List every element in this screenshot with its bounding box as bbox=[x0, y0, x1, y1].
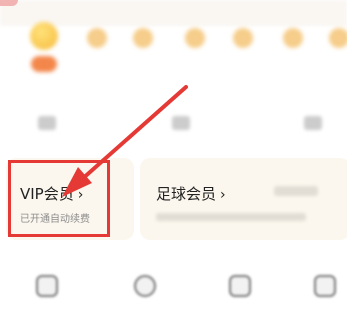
bottom-icon-row bbox=[0, 265, 347, 328]
document-icon bbox=[314, 275, 336, 297]
grid-item[interactable] bbox=[220, 275, 260, 303]
grid-item[interactable] bbox=[27, 275, 67, 303]
wallet-icon bbox=[36, 275, 58, 297]
grid-item[interactable] bbox=[125, 275, 165, 303]
star-icon bbox=[134, 275, 156, 297]
history-icon bbox=[229, 275, 251, 297]
grid-item[interactable] bbox=[305, 275, 345, 303]
